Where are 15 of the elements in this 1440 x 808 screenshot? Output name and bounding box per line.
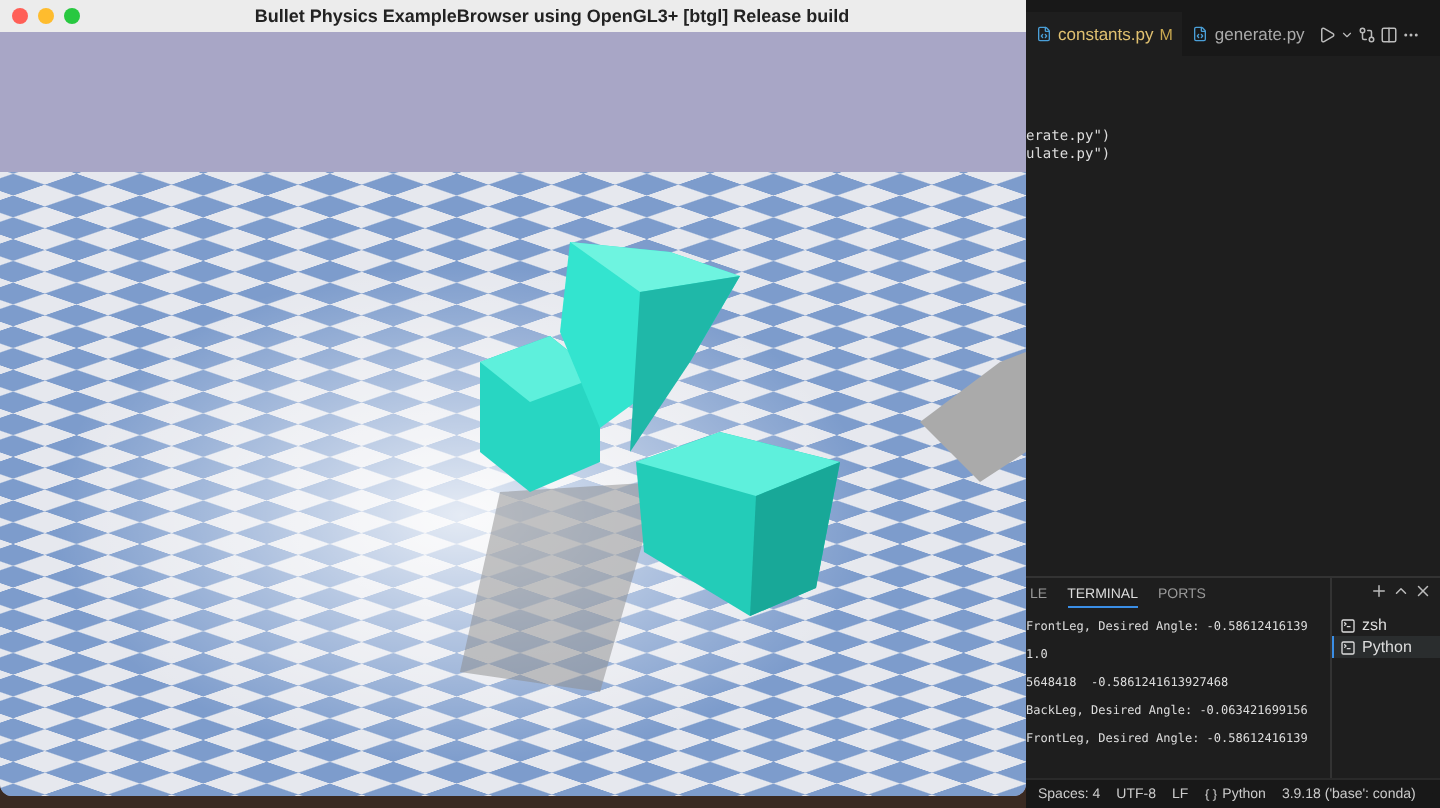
terminal-icon (1340, 617, 1356, 633)
split-editor-icon[interactable] (1380, 25, 1399, 43)
close-button[interactable] (12, 8, 28, 24)
editor-tab[interactable]: constants.py M (1026, 12, 1183, 56)
window-title: Bullet Physics ExampleBrowser using OpenGL3+ [btgl] Release build (252, 6, 852, 26)
terminal-session[interactable]: zsh (1332, 614, 1440, 636)
run-icon[interactable] (1318, 25, 1337, 43)
chevron-down-icon[interactable] (1340, 27, 1355, 41)
compare-icon[interactable] (1358, 25, 1377, 43)
maximize-panel-icon[interactable] (1392, 582, 1410, 600)
close-icon[interactable] (1414, 582, 1432, 600)
terminal-icon (1340, 639, 1356, 655)
terminal-session[interactable]: Python (1332, 636, 1440, 658)
add-terminal-icon[interactable] (1370, 582, 1388, 600)
braces-icon (1204, 787, 1219, 801)
